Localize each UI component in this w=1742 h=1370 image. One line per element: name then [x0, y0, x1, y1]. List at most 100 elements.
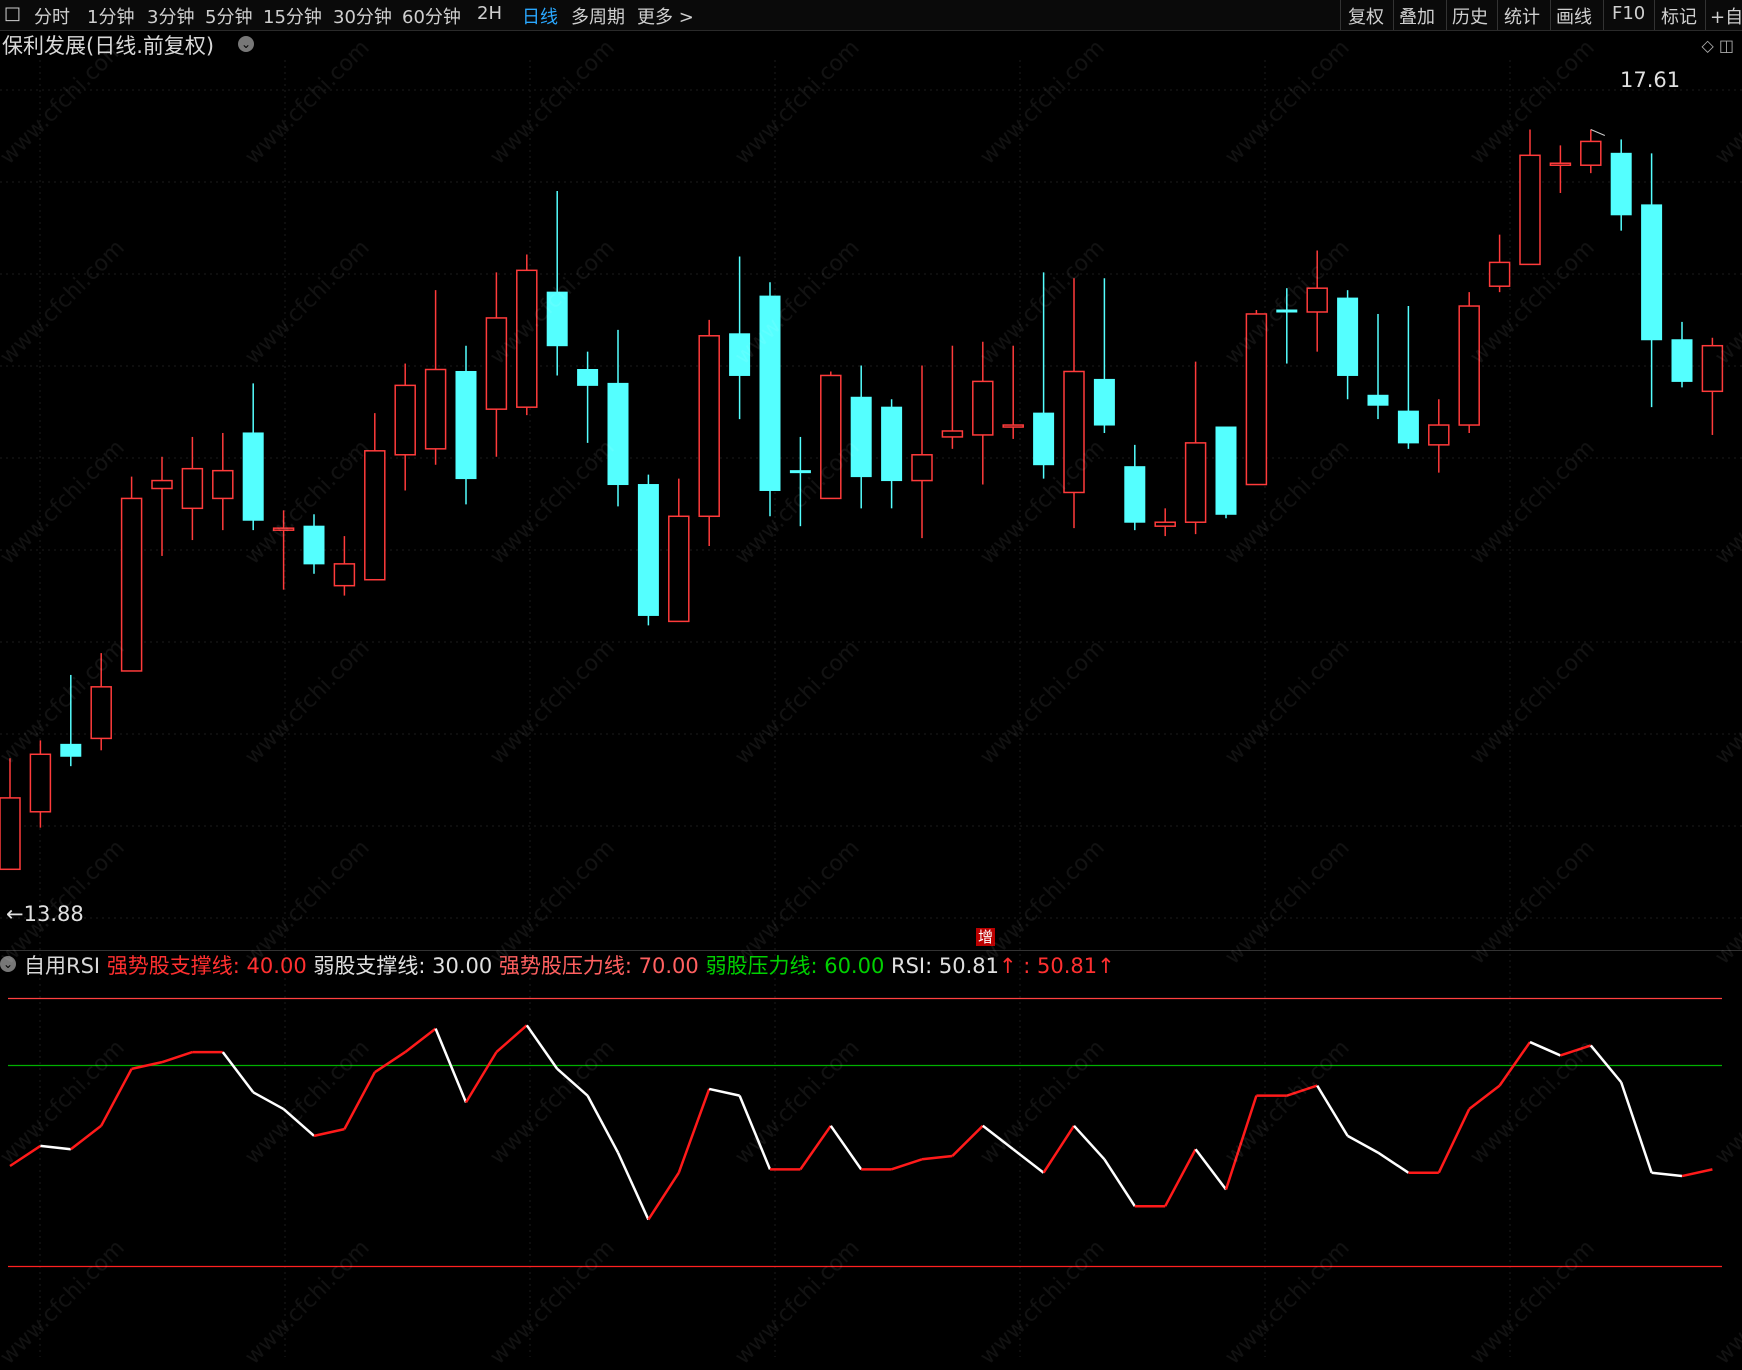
rsi-segment	[951, 1124, 984, 1157]
candle-body	[242, 432, 264, 521]
rsi-segment	[556, 1067, 589, 1097]
rsi-legend-item: ↑	[1097, 954, 1115, 978]
candle-body	[1701, 344, 1724, 393]
rsi-segment	[1286, 1084, 1318, 1097]
candle-body	[1306, 287, 1328, 313]
rsi-segment	[921, 1154, 953, 1161]
candle-body	[1610, 152, 1632, 216]
rsi-segment	[1377, 1151, 1410, 1174]
rsi-legend: 自用RSI 强势股支撑线: 40.00 弱股支撑线: 30.00 强势股压力线:…	[24, 950, 1115, 980]
rsi-segment	[1073, 1124, 1106, 1161]
low-price-label: ←13.88	[6, 902, 84, 926]
candle-body	[455, 370, 477, 480]
rsi-segment	[1589, 1044, 1623, 1084]
rsi-legend-item: ↑	[999, 954, 1017, 978]
candle-body	[181, 467, 204, 510]
rsi-segment	[1437, 1108, 1471, 1174]
chevron-down-icon[interactable]: ⌄	[0, 956, 16, 972]
zeng-badge: 增	[976, 928, 996, 946]
rsi-segment	[100, 1068, 133, 1127]
rsi-legend-item: 强势股支撑线: 40.00	[106, 954, 307, 978]
rsi-segment	[1103, 1158, 1136, 1207]
rsi-segment	[252, 1091, 285, 1111]
candle-body	[637, 484, 659, 616]
candle-body	[850, 396, 872, 478]
rsi-segment	[1498, 1041, 1532, 1087]
candle-body	[1488, 261, 1511, 287]
indicator-name[interactable]: 自用RSI	[24, 954, 100, 978]
rsi-segment	[343, 1071, 376, 1130]
candle-body	[577, 369, 599, 386]
rsi-segment	[982, 1124, 1014, 1151]
candle-body	[333, 563, 356, 587]
rsi-segment	[1468, 1084, 1501, 1111]
rsi-segment	[404, 1027, 437, 1054]
rsi-segment	[1620, 1081, 1653, 1174]
rsi-segment	[495, 1024, 528, 1054]
candle-body	[729, 333, 751, 376]
candle-body	[789, 470, 811, 474]
rsi-segment	[1346, 1134, 1379, 1154]
candle-body	[1549, 162, 1572, 166]
rsi-segment	[70, 1124, 102, 1151]
rsi-segment	[708, 1087, 740, 1097]
candle-body	[1337, 297, 1359, 376]
candle-body	[820, 374, 842, 500]
rsi-segment	[1224, 1095, 1258, 1190]
candle-body	[941, 430, 964, 438]
candle-body	[546, 291, 568, 347]
candle-body	[1641, 204, 1663, 341]
rsi-segment	[1164, 1148, 1197, 1207]
price-chart[interactable]	[0, 0, 1742, 1357]
candle-body	[272, 527, 295, 531]
rsi-segment	[1681, 1168, 1713, 1178]
rsi-segment	[313, 1127, 345, 1138]
candle-body	[29, 753, 52, 813]
candle-body	[394, 384, 416, 456]
rsi-segment	[1012, 1148, 1045, 1174]
candle-body	[1184, 442, 1207, 523]
rsi-segment	[677, 1088, 711, 1174]
candle-body	[1002, 424, 1024, 428]
candle-body	[1397, 410, 1419, 444]
candle-body	[759, 295, 781, 491]
rsi-segment	[374, 1051, 406, 1074]
rsi-legend-item: 强势股压力线: 70.00	[492, 954, 699, 978]
candle-body	[1215, 426, 1237, 515]
candle-body	[1033, 412, 1055, 466]
candle-body	[698, 335, 720, 518]
candle-body	[1458, 305, 1480, 426]
candle-body	[1093, 378, 1115, 426]
rsi-segment	[221, 1051, 255, 1094]
rsi-legend-item: : 50.81	[1016, 954, 1098, 978]
rsi-segment	[1529, 1040, 1561, 1057]
candle-body	[1154, 521, 1176, 527]
candle-body	[1580, 140, 1602, 166]
rsi-segment	[1560, 1044, 1592, 1057]
candle-body	[90, 686, 112, 740]
candle-body	[120, 497, 143, 672]
high-price-label: 17.61	[1620, 68, 1681, 92]
rsi-segment	[586, 1095, 620, 1154]
rsi-legend-item: 弱股压力线: 60.00	[698, 954, 885, 978]
candle-body	[1671, 339, 1693, 382]
candle-body	[972, 380, 994, 436]
candle-body	[424, 368, 447, 450]
candle-body	[303, 525, 325, 565]
candle-body	[1519, 154, 1541, 266]
rsi-segment	[464, 1051, 498, 1103]
rsi-segment	[282, 1108, 315, 1137]
rsi-segment	[738, 1095, 772, 1170]
rsi-segment	[829, 1125, 863, 1171]
rsi-legend-item: 弱股支撑线: 30.00	[306, 954, 493, 978]
candle-body	[1276, 309, 1298, 313]
candle-body	[1367, 394, 1389, 406]
rsi-segment	[1194, 1148, 1227, 1191]
high-pointer	[1590, 129, 1605, 136]
candle-body	[1063, 370, 1085, 494]
candle-body	[607, 382, 629, 486]
candle-body	[60, 743, 82, 757]
rsi-legend-item: RSI: 50.81	[884, 954, 999, 978]
rsi-segment	[9, 1144, 42, 1168]
candle-body	[516, 269, 538, 408]
